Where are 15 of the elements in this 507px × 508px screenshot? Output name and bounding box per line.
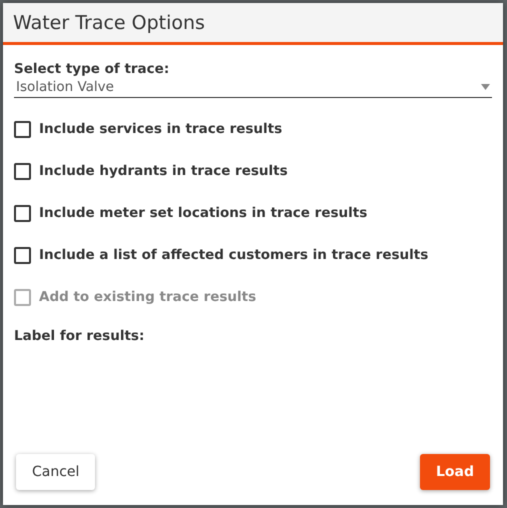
field-label: Select type of trace: [14,61,170,77]
dropdown-caret-icon [481,84,490,90]
checkbox[interactable] [14,246,31,264]
field-label: Label for results: [14,328,146,344]
checkbox[interactable] [14,120,31,138]
checkbox-label[interactable]: Include a list of affected customers in trace results [39,247,428,263]
dialog-title: Water Trace Options [13,12,205,34]
cancel-button[interactable]: Cancel [16,454,96,490]
checkbox-label[interactable]: Include hydrants in trace results [39,163,288,179]
load-button[interactable]: Load [420,454,490,490]
checkbox[interactable] [14,204,31,222]
checkbox-label[interactable]: Include meter set locations in trace results [39,205,368,221]
checkbox-label[interactable]: Include services in trace results [39,121,282,137]
checkbox[interactable] [14,162,31,180]
trace-type-dropdown[interactable]: Isolation Valve [14,79,492,98]
